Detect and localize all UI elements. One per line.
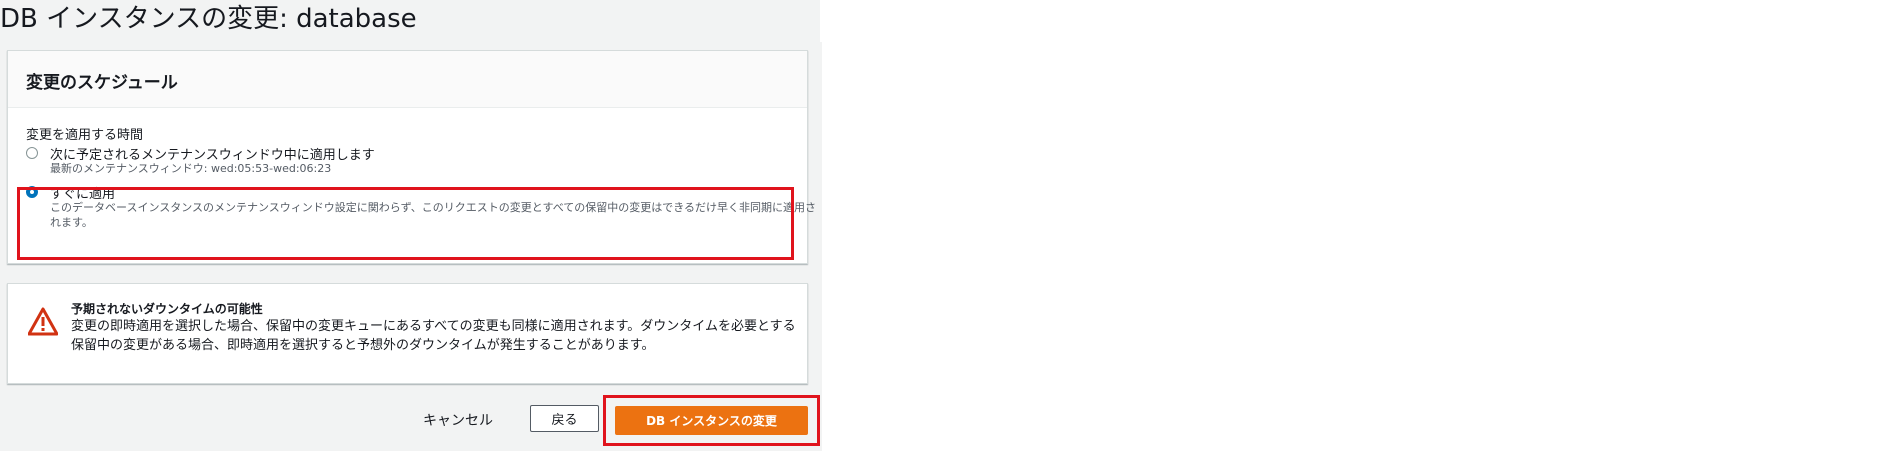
- schedule-card-title: 変更のスケジュール: [26, 73, 178, 93]
- warning-title: 予期されないダウンタイムの可能性: [71, 302, 263, 316]
- radio-description-maintenance-window: 最新のメンテナンスウィンドウ: wed:05:53-wed:06:23: [50, 162, 332, 175]
- apply-time-label: 変更を適用する時間: [26, 128, 144, 143]
- schedule-card-header: 変更のスケジュール: [8, 51, 807, 108]
- warning-alert: 予期されないダウンタイムの可能性 変更の即時適用を選択した場合、保留中の変更キュ…: [7, 283, 808, 384]
- header-strip: [820, 0, 828, 42]
- cancel-button[interactable]: キャンセル: [423, 410, 493, 430]
- radio-button-maintenance-window[interactable]: [26, 147, 38, 159]
- back-button[interactable]: 戻る: [530, 405, 599, 432]
- page-title: DB インスタンスの変更: database: [0, 4, 417, 34]
- warning-triangle-icon: [28, 307, 58, 336]
- highlight-primary-button: [603, 395, 820, 446]
- warning-text: 変更の即時適用を選択した場合、保留中の変更キューにあるすべての変更も同様に適用さ…: [71, 319, 796, 353]
- highlight-apply-immediately: [17, 187, 794, 260]
